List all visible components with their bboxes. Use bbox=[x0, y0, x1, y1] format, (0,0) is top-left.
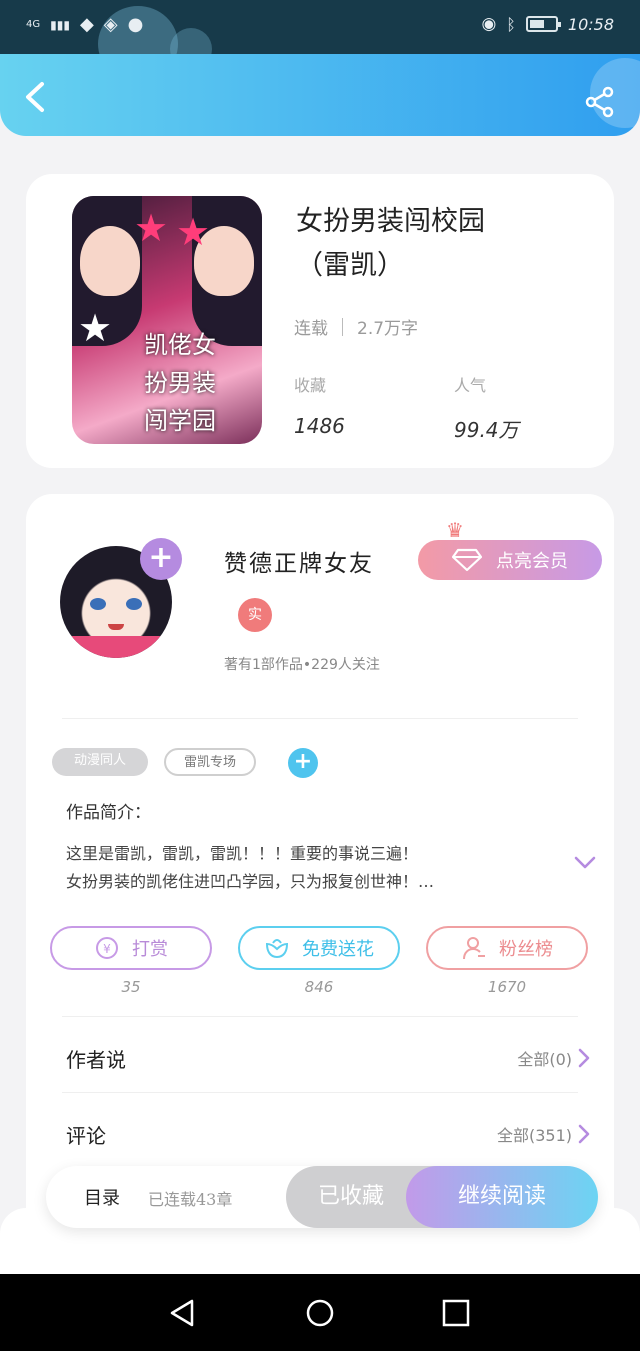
cover-title-line: 凯佬女 bbox=[144, 331, 216, 359]
comments-row[interactable]: 评论 全部(351) bbox=[66, 1114, 590, 1154]
nav-back-icon[interactable] bbox=[168, 1298, 198, 1328]
avatar-art bbox=[90, 598, 106, 610]
cover-title-line: 扮男装 bbox=[144, 369, 216, 397]
intro-label: 作品简介： bbox=[66, 803, 151, 823]
cover-title-line: 闯学园 bbox=[144, 407, 216, 435]
tag-chip[interactable]: 动漫同人 bbox=[52, 748, 148, 776]
add-tag-button[interactable]: + bbox=[288, 748, 318, 778]
star-decor: ★ bbox=[176, 210, 211, 254]
chevron-right-icon bbox=[578, 1124, 590, 1144]
nav-recents-icon[interactable] bbox=[441, 1298, 471, 1328]
popularity-stat: 人气 99.4万 bbox=[454, 372, 519, 443]
chapter-count: 已连载43章 bbox=[148, 1190, 233, 1209]
avatar-art bbox=[60, 636, 172, 658]
collect-value: 1486 bbox=[294, 414, 345, 438]
star-decor: ★ bbox=[134, 206, 169, 250]
back-icon[interactable] bbox=[22, 80, 50, 114]
author-meta: 著有1部作品•229人关注 bbox=[224, 657, 380, 673]
follow-author-button[interactable]: + bbox=[140, 538, 182, 580]
bluetooth-icon: ᛒ bbox=[506, 14, 516, 34]
cover-art bbox=[80, 226, 140, 296]
intro-text: 这里是雷凯，雷凯，雷凯！！！重要的事说三遍！ 女扮男装的凯佬住进凹凸学园，只为报… bbox=[66, 840, 546, 896]
star-decor: ★ bbox=[78, 306, 113, 350]
network-type: 4G bbox=[26, 18, 41, 30]
author-name[interactable]: 赞德正牌女友 bbox=[224, 544, 374, 578]
yen-coin-icon: ¥ bbox=[96, 937, 118, 959]
book-info-card: ★ ★ ★ 凯佬女 扮男装 闯学园 女扮男装闯校园 （雷凯） 连载 2.7万字 … bbox=[26, 174, 614, 468]
author-say-row[interactable]: 作者说 全部(0) bbox=[66, 1038, 590, 1078]
comments-title: 评论 bbox=[66, 1123, 106, 1148]
book-status: 连载 2.7万字 bbox=[294, 314, 418, 339]
diamond-icon bbox=[452, 548, 482, 572]
vip-label: 点亮会员 bbox=[496, 551, 568, 572]
collect-stat: 收藏 1486 bbox=[294, 372, 345, 438]
tip-label: 打赏 bbox=[132, 939, 168, 960]
nav-home-icon[interactable] bbox=[305, 1298, 335, 1328]
serial-status: 连载 bbox=[294, 319, 328, 339]
author-say-link[interactable]: 全部(0) bbox=[517, 1046, 590, 1070]
user-icon bbox=[463, 937, 485, 960]
intro-line: 这里是雷凯，雷凯，雷凯！！！重要的事说三遍！ bbox=[66, 844, 419, 863]
svg-text:¥: ¥ bbox=[103, 942, 111, 956]
fan-ranking-label: 粉丝榜 bbox=[499, 939, 553, 960]
clock: 10:58 bbox=[567, 14, 614, 34]
intro-line: 女扮男装的凯佬住进凹凸学园，只为报复创世神！… bbox=[66, 872, 435, 891]
flower-count: 846 bbox=[304, 978, 334, 996]
book-detail-card: + 赞德正牌女友 实 著有1部作品•229人关注 ♛ 点亮会员 动漫同人 雷凯专… bbox=[26, 494, 614, 1234]
tag-chip[interactable]: 雷凯专场 bbox=[164, 748, 256, 776]
book-title: 女扮男装闯校园 （雷凯） bbox=[296, 200, 596, 288]
continue-reading-button[interactable]: 继续阅读 bbox=[406, 1166, 598, 1228]
bottom-action-bar: 目录 已连载43章 已收藏 继续阅读 bbox=[46, 1166, 598, 1228]
flower-icon bbox=[265, 939, 289, 959]
send-flower-label: 免费送花 bbox=[302, 939, 374, 960]
cover-title: 凯佬女 扮男装 闯学园 bbox=[110, 326, 250, 440]
chevron-down-icon[interactable] bbox=[574, 856, 596, 870]
send-flower-button[interactable]: 免费送花 bbox=[238, 926, 400, 970]
shield-icon: ◈ bbox=[103, 14, 118, 35]
toc-button[interactable]: 目录 bbox=[84, 1184, 120, 1210]
book-title-line: 女扮男装闯校园 bbox=[296, 206, 485, 237]
status-bar: 4G ▮▮▮ ◆ ◈ ● ◉ ᛒ 10:58 bbox=[0, 0, 640, 82]
comments-link[interactable]: 全部(351) bbox=[497, 1122, 590, 1146]
book-cover[interactable]: ★ ★ ★ 凯佬女 扮男装 闯学园 bbox=[72, 196, 262, 444]
fan-ranking-button[interactable]: 粉丝榜 bbox=[426, 926, 588, 970]
verified-badge: 实 bbox=[238, 598, 272, 632]
signal-icon: ▮▮▮ bbox=[50, 17, 70, 32]
share-icon[interactable] bbox=[584, 86, 616, 118]
divider bbox=[62, 1016, 578, 1017]
comments-count: 全部(351) bbox=[496, 1126, 572, 1145]
chevron-right-icon bbox=[578, 1048, 590, 1068]
divider bbox=[62, 718, 578, 719]
fan-count: 1670 bbox=[487, 978, 527, 996]
vip-button[interactable]: 点亮会员 bbox=[418, 540, 602, 580]
battery-icon bbox=[525, 16, 561, 32]
divider bbox=[62, 1092, 578, 1093]
popularity-value: 99.4万 bbox=[454, 418, 519, 442]
avatar-art bbox=[126, 598, 142, 610]
word-count: 2.7万字 bbox=[357, 319, 419, 339]
qq-icon: ◆ bbox=[79, 14, 94, 35]
crown-icon: ♛ bbox=[446, 518, 464, 542]
popularity-label: 人气 bbox=[454, 376, 487, 395]
avatar-art bbox=[108, 624, 124, 630]
chat-icon: ● bbox=[127, 14, 144, 35]
tip-button[interactable]: ¥ 打赏 bbox=[50, 926, 212, 970]
top-header bbox=[0, 54, 640, 136]
divider bbox=[342, 317, 343, 336]
author-say-count: 全部(0) bbox=[517, 1050, 572, 1069]
book-title-line: （雷凯） bbox=[296, 250, 404, 281]
eye-icon: ◉ bbox=[481, 14, 497, 34]
tip-count: 35 bbox=[121, 978, 141, 996]
system-nav-bar bbox=[0, 1274, 640, 1351]
author-say-title: 作者说 bbox=[66, 1047, 126, 1072]
collect-label: 收藏 bbox=[294, 376, 327, 395]
